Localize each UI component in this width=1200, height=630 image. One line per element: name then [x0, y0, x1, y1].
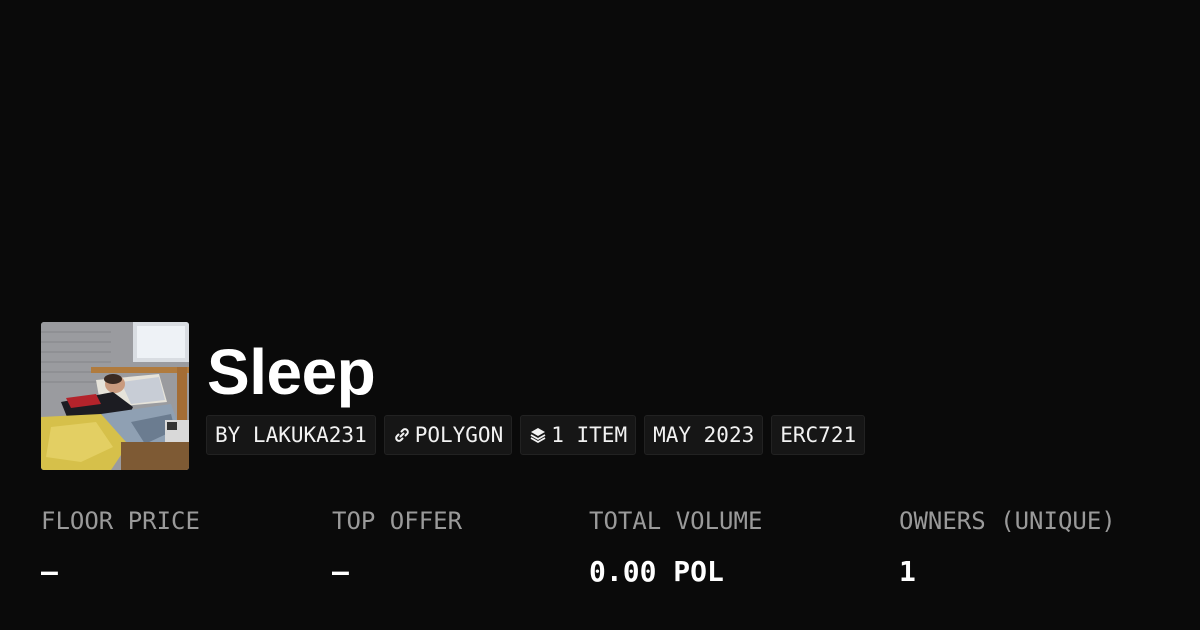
owners-value: 1	[899, 555, 916, 588]
standard-tag-label: ERC721	[780, 423, 857, 447]
standard-tag: ERC721	[771, 415, 866, 455]
floor-price-value: —	[41, 555, 58, 588]
items-tag: 1 ITEM	[520, 415, 637, 455]
total-volume-value: 0.00 POL	[589, 555, 724, 588]
date-tag-label: MAY 2023	[653, 423, 755, 447]
collection-tags: BY LAKUKA231 POLYGON 1 ITEM MAY 2023 ERC…	[206, 415, 866, 455]
top-offer-label: TOP OFFER	[332, 507, 463, 535]
collection-title: Sleep	[207, 336, 376, 408]
link-icon	[393, 426, 411, 444]
creator-tag-label: BY LAKUKA231	[215, 423, 367, 447]
chain-tag[interactable]: POLYGON	[383, 415, 513, 455]
top-offer-value: —	[332, 555, 349, 588]
layers-icon	[529, 426, 547, 444]
total-volume-stat: TOTAL VOLUME 0.00 POL	[589, 505, 762, 589]
top-offer-stat: TOP OFFER —	[332, 505, 462, 589]
collection-thumbnail	[41, 322, 189, 470]
collection-thumbnail-image	[41, 322, 189, 470]
floor-price-label: FLOOR PRICE	[41, 507, 200, 535]
owners-label: OWNERS (UNIQUE)	[899, 507, 1116, 535]
chain-tag-label: POLYGON	[414, 423, 504, 447]
owners-stat: OWNERS (UNIQUE) 1	[899, 505, 1116, 589]
items-tag-label: 1 ITEM	[551, 423, 628, 447]
floor-price-stat: FLOOR PRICE —	[41, 505, 200, 589]
creator-tag[interactable]: BY LAKUKA231	[206, 415, 376, 455]
total-volume-label: TOTAL VOLUME	[589, 507, 763, 535]
date-tag: MAY 2023	[644, 415, 764, 455]
